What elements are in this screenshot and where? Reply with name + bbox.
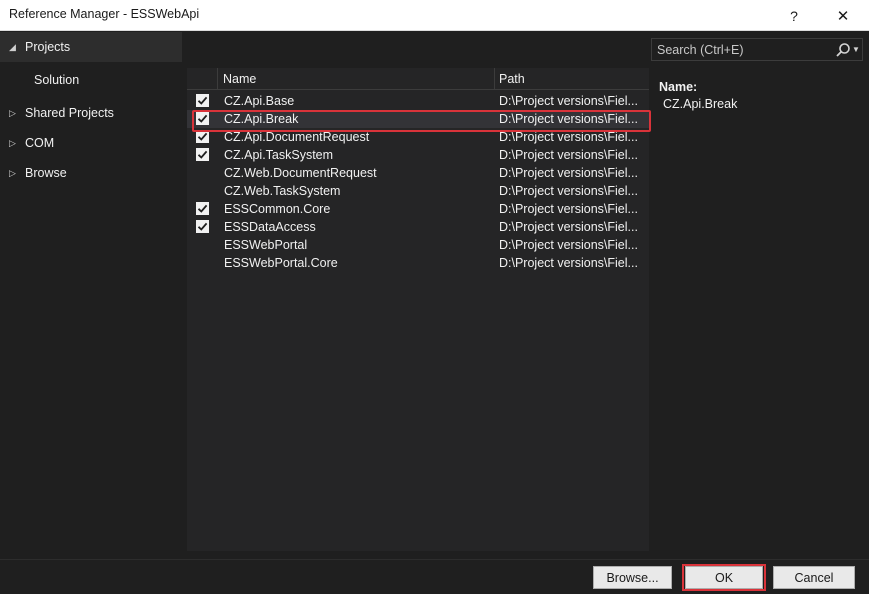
column-header-path[interactable]: Path bbox=[499, 72, 525, 86]
row-name: CZ.Api.TaskSystem bbox=[224, 148, 334, 162]
details-name-label: Name: bbox=[659, 80, 698, 94]
details-name-value: CZ.Api.Break bbox=[663, 97, 738, 111]
search-icon[interactable] bbox=[834, 41, 852, 59]
browse-button[interactable]: Browse... bbox=[593, 566, 672, 589]
column-divider[interactable] bbox=[217, 68, 218, 90]
row-name: ESSCommon.Core bbox=[224, 202, 331, 216]
category-sidebar: ◢ Projects Solution ▷ Shared Projects ▷ … bbox=[0, 31, 182, 559]
row-path: D:\Project versions\Fiel... bbox=[499, 148, 638, 162]
row-name: ESSWebPortal.Core bbox=[224, 256, 338, 270]
collapsed-triangle-icon: ▷ bbox=[9, 137, 16, 148]
table-row[interactable]: ESSWebPortal D:\Project versions\Fiel... bbox=[187, 236, 649, 254]
nav-shared-projects[interactable]: ▷ Shared Projects bbox=[0, 98, 182, 128]
nav-projects-label: Projects bbox=[25, 40, 71, 54]
nav-com[interactable]: ▷ COM bbox=[0, 128, 182, 158]
row-path: D:\Project versions\Fiel... bbox=[499, 94, 638, 108]
table-row[interactable]: ESSDataAccess D:\Project versions\Fiel... bbox=[187, 218, 649, 236]
cancel-button[interactable]: Cancel bbox=[773, 566, 855, 589]
column-header-name[interactable]: Name bbox=[223, 72, 256, 86]
checkbox-checked-icon[interactable] bbox=[196, 94, 209, 107]
row-name: ESSDataAccess bbox=[224, 220, 316, 234]
checkbox-checked-icon[interactable] bbox=[196, 148, 209, 161]
row-path: D:\Project versions\Fiel... bbox=[499, 130, 638, 144]
column-divider[interactable] bbox=[494, 68, 495, 90]
help-button[interactable]: ? bbox=[771, 0, 817, 31]
selection-highlight-annotation bbox=[192, 110, 651, 132]
close-button[interactable]: ✕ bbox=[820, 0, 866, 31]
table-row[interactable]: ESSWebPortal.Core D:\Project versions\Fie… bbox=[187, 254, 649, 272]
nav-browse-label: Browse bbox=[25, 166, 67, 180]
collapsed-triangle-icon: ▷ bbox=[9, 107, 16, 118]
row-name: CZ.Api.DocumentRequest bbox=[224, 130, 370, 144]
row-name: CZ.Web.DocumentRequest bbox=[224, 166, 377, 180]
row-name: CZ.Api.Base bbox=[224, 94, 295, 108]
search-box[interactable]: ▼ bbox=[651, 38, 863, 61]
window-title: Reference Manager - ESSWebApi bbox=[9, 7, 200, 21]
row-path: D:\Project versions\Fiel... bbox=[499, 184, 638, 198]
row-path: D:\Project versions\Fiel... bbox=[499, 166, 638, 180]
table-row[interactable]: CZ.Api.TaskSystem D:\Project versions\Fie… bbox=[187, 146, 649, 164]
ok-highlight-annotation bbox=[682, 564, 766, 591]
row-name: CZ.Web.TaskSystem bbox=[224, 184, 341, 198]
checkbox-empty-icon[interactable] bbox=[196, 184, 209, 197]
checkbox-empty-icon[interactable] bbox=[196, 238, 209, 251]
nav-solution[interactable]: Solution bbox=[0, 65, 182, 95]
nav-projects[interactable]: ◢ Projects bbox=[0, 32, 182, 62]
row-name: ESSWebPortal bbox=[224, 238, 308, 252]
row-path: D:\Project versions\Fiel... bbox=[499, 202, 638, 216]
row-path: D:\Project versions\Fiel... bbox=[499, 256, 638, 270]
search-options-dropdown-icon[interactable]: ▼ bbox=[852, 45, 860, 54]
row-path: D:\Project versions\Fiel... bbox=[499, 238, 638, 252]
checkbox-checked-icon[interactable] bbox=[196, 220, 209, 233]
checkbox-empty-icon[interactable] bbox=[196, 166, 209, 179]
collapsed-triangle-icon: ▷ bbox=[9, 167, 16, 178]
checkbox-checked-icon[interactable] bbox=[196, 202, 209, 215]
title-bar: Reference Manager - ESSWebApi ? ✕ bbox=[0, 0, 869, 31]
details-pane: Name: CZ.Api.Break bbox=[654, 68, 869, 551]
table-row[interactable]: ESSCommon.Core D:\Project versions\Fiel..… bbox=[187, 200, 649, 218]
table-row[interactable]: CZ.Web.DocumentRequest D:\Project version… bbox=[187, 164, 649, 182]
expanded-triangle-icon: ◢ bbox=[9, 41, 16, 52]
row-path: D:\Project versions\Fiel... bbox=[499, 220, 638, 234]
table-row[interactable]: CZ.Web.TaskSystem D:\Project versions\Fie… bbox=[187, 182, 649, 200]
nav-com-label: COM bbox=[25, 136, 55, 150]
reference-list: Name Path CZ.Api.Base D:\Project versions… bbox=[187, 68, 649, 551]
nav-browse[interactable]: ▷ Browse bbox=[0, 158, 182, 188]
nav-solution-label: Solution bbox=[34, 73, 80, 87]
checkbox-empty-icon[interactable] bbox=[196, 256, 209, 269]
search-input[interactable] bbox=[652, 39, 827, 60]
table-row[interactable]: CZ.Api.Base D:\Project versions\Fiel... bbox=[187, 92, 649, 110]
nav-shared-projects-label: Shared Projects bbox=[25, 106, 114, 120]
column-header: Name Path bbox=[187, 68, 649, 90]
